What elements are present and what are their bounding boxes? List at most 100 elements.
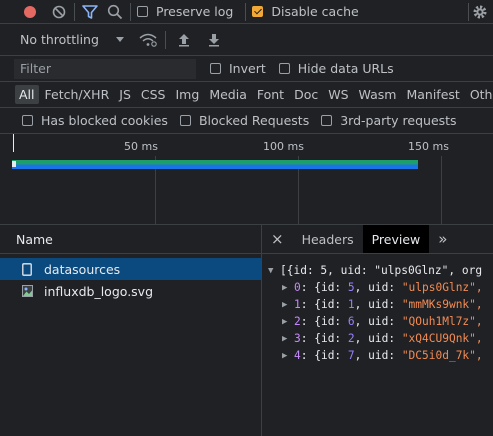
search-icon[interactable] <box>106 3 124 21</box>
third-party-label: 3rd-party requests <box>340 113 457 128</box>
json-root-summary: [{id: 5, uid: "ulps0Glnz", org <box>280 264 483 277</box>
json-item[interactable]: ▶ 1: {id: 1, uid: "mmMKs9wnk", <box>268 296 493 313</box>
filter-other[interactable]: Othe <box>466 85 493 104</box>
collapse-triangle-icon[interactable]: ▶ <box>282 300 294 310</box>
toolbar-divider <box>164 30 166 49</box>
filter-js[interactable]: JS <box>115 85 135 104</box>
more-tabs-icon[interactable]: » <box>429 225 456 253</box>
tick-line <box>13 134 14 152</box>
disable-cache-checkbox[interactable]: Disable cache <box>252 4 359 19</box>
chevron-down-icon[interactable] <box>115 36 125 44</box>
json-item[interactable]: ▶ 0: {id: 5, uid: "ulps0Glnz", <box>268 279 493 296</box>
tab-headers[interactable]: Headers <box>293 225 363 253</box>
third-party-box[interactable] <box>321 115 333 126</box>
has-blocked-cookies-checkbox[interactable]: Has blocked cookies <box>22 113 168 128</box>
tick-label-150ms: 150 ms <box>408 140 449 153</box>
record-stop-icon[interactable] <box>21 3 39 21</box>
gear-icon[interactable] <box>471 3 489 21</box>
request-detail-panel: × Headers Preview » ▼ [{id: 5, uid: "ulp… <box>262 225 493 436</box>
invert-box[interactable] <box>210 63 221 74</box>
toolbar-divider <box>245 2 247 21</box>
throttling-bar: No throttling <box>0 24 493 56</box>
collapse-triangle-icon[interactable]: ▶ <box>282 351 294 361</box>
json-item[interactable]: ▶ 2: {id: 6, uid: "QOuh1Ml7z", <box>268 313 493 330</box>
invert-label: Invert <box>229 61 266 76</box>
preserve-log-label: Preserve log <box>156 4 234 19</box>
invert-checkbox[interactable]: Invert <box>210 61 266 76</box>
json-index: 1 <box>294 298 301 311</box>
resource-type-filters: All Fetch/XHR JS CSS Img Media Font Doc … <box>0 82 493 108</box>
timeline-overview[interactable]: 50 ms 100 ms 150 ms <box>0 134 493 225</box>
document-icon <box>20 262 34 276</box>
network-toolbar: Preserve log Disable cache <box>0 0 493 24</box>
json-uid: "DC5i0d_7k", <box>401 349 483 362</box>
filter-font[interactable]: Font <box>253 85 288 104</box>
json-uid: "mmMKs9wnk", <box>401 298 483 311</box>
tab-preview[interactable]: Preview <box>362 225 430 253</box>
download-icon[interactable] <box>206 33 222 47</box>
toolbar-divider <box>468 2 469 21</box>
toolbar-divider <box>74 2 75 21</box>
request-name: influxdb_logo.svg <box>44 283 154 299</box>
blocked-requests-label: Blocked Requests <box>198 113 310 128</box>
upload-icon[interactable] <box>176 33 192 47</box>
json-id: 5 <box>347 281 355 294</box>
json-index: 0 <box>294 281 301 294</box>
filter-img[interactable]: Img <box>172 85 204 104</box>
blocked-requests-checkbox[interactable]: Blocked Requests <box>179 113 310 128</box>
json-id: 6 <box>347 315 355 328</box>
waterfall-bar <box>12 160 418 169</box>
request-name: datasources <box>44 261 121 277</box>
disable-cache-box[interactable] <box>252 6 264 17</box>
filter-ws[interactable]: WS <box>324 85 352 104</box>
json-uid: "QOuh1Ml7z", <box>401 315 483 328</box>
json-index: 2 <box>294 315 301 328</box>
disable-cache-label: Disable cache <box>271 4 359 19</box>
image-file-icon <box>20 285 34 297</box>
hide-data-urls-checkbox[interactable]: Hide data URLs <box>278 61 394 76</box>
tick-label-100ms: 100 ms <box>263 140 304 153</box>
json-preview: ▼ [{id: 5, uid: "ulps0Glnz", org ▶ 0: {i… <box>262 254 493 364</box>
preserve-log-checkbox[interactable]: Preserve log <box>137 4 233 19</box>
json-item[interactable]: ▶ 3: {id: 2, uid: "xQ4CU9Qnk", <box>268 330 493 347</box>
filter-media[interactable]: Media <box>205 85 251 104</box>
json-uid: "ulps0Glnz", <box>401 281 483 294</box>
json-root-line[interactable]: ▼ [{id: 5, uid: "ulps0Glnz", org <box>268 262 493 279</box>
network-conditions-icon[interactable] <box>139 33 157 47</box>
collapse-triangle-icon[interactable]: ▶ <box>282 334 294 344</box>
json-id: 2 <box>347 332 355 345</box>
filter-manifest[interactable]: Manifest <box>402 85 463 104</box>
filter-bar: Invert Hide data URLs <box>0 56 493 82</box>
hide-data-urls-label: Hide data URLs <box>297 61 394 76</box>
clear-icon[interactable] <box>50 3 68 21</box>
request-row-influxdb-logo[interactable]: influxdb_logo.svg <box>0 280 261 302</box>
json-uid: "xQ4CU9Qnk", <box>401 332 483 345</box>
json-index: 3 <box>294 332 301 345</box>
filter-css[interactable]: CSS <box>137 85 170 104</box>
close-icon[interactable]: × <box>262 225 293 253</box>
has-blocked-cookies-label: Has blocked cookies <box>41 113 168 128</box>
filter-wasm[interactable]: Wasm <box>355 85 401 104</box>
request-row-datasources[interactable]: datasources <box>0 258 261 280</box>
collapse-triangle-icon[interactable]: ▶ <box>282 283 294 293</box>
filter-doc[interactable]: Doc <box>290 85 322 104</box>
preserve-log-box[interactable] <box>137 6 148 17</box>
blocked-requests-box[interactable] <box>179 115 191 126</box>
has-blocked-cookies-box[interactable] <box>22 115 33 126</box>
request-list: Name datasources influxdb_logo.svg <box>0 225 262 436</box>
name-column-header[interactable]: Name <box>0 225 261 254</box>
expand-triangle-icon[interactable]: ▼ <box>268 266 280 276</box>
collapse-triangle-icon[interactable]: ▶ <box>282 317 294 327</box>
json-item[interactable]: ▶ 4: {id: 7, uid: "DC5i0d_7k", <box>268 347 493 364</box>
json-id: 7 <box>347 349 355 362</box>
hide-data-urls-box[interactable] <box>278 63 290 74</box>
filter-icon[interactable] <box>81 3 99 21</box>
blocked-filters: Has blocked cookies Blocked Requests 3rd… <box>0 108 493 134</box>
third-party-checkbox[interactable]: 3rd-party requests <box>321 113 457 128</box>
filter-input[interactable] <box>14 58 196 79</box>
throttling-select[interactable]: No throttling <box>20 32 99 47</box>
filter-all[interactable]: All <box>15 85 39 104</box>
tick-line <box>441 156 442 224</box>
filter-fetch-xhr[interactable]: Fetch/XHR <box>41 85 114 104</box>
waterfall-marker <box>12 161 16 167</box>
